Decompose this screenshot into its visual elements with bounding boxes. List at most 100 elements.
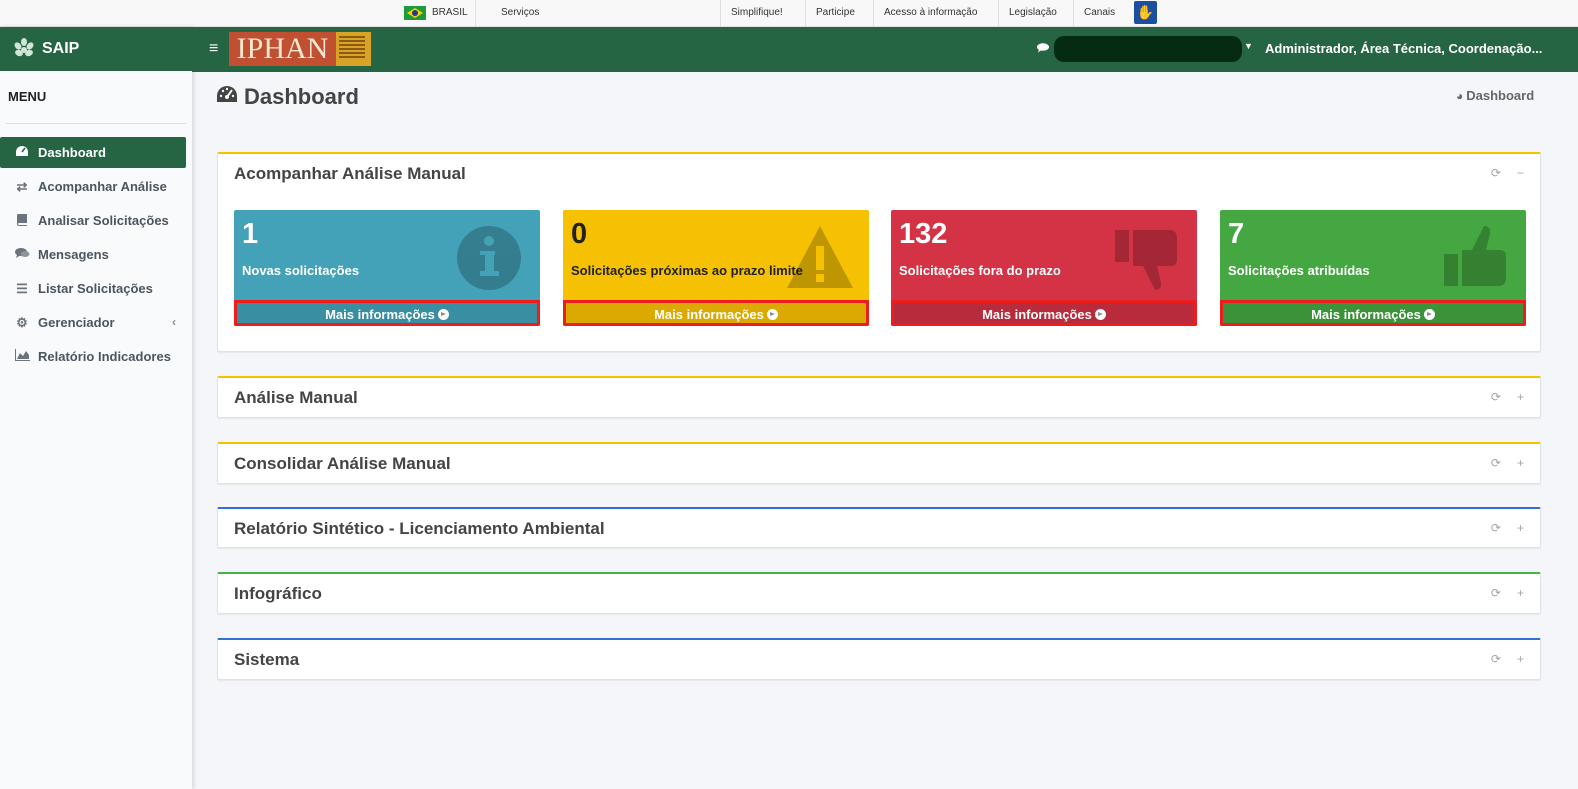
link-label: Mais informações xyxy=(654,307,764,322)
expand-plus-icon[interactable]: + xyxy=(1517,521,1524,535)
breadcrumb[interactable]: ◕ Dashboard xyxy=(1456,88,1534,103)
sidebar-item-label: Relatório Indicadores xyxy=(38,349,171,364)
tile-label: Solicitações próximas ao prazo limite xyxy=(571,263,803,278)
tile-value: 132 xyxy=(899,218,948,250)
sidebar-item-analisar-solicitacoes[interactable]: Analisar Solicitações xyxy=(0,205,186,236)
refresh-icon[interactable]: ⟳ xyxy=(1491,586,1501,600)
sidebar-item-label: Listar Solicitações xyxy=(38,281,153,296)
top-navbar: ≡ IPHAN ▼ Administrador, Área Técnica, C… xyxy=(192,27,1578,72)
sidebar-item-label: Gerenciador xyxy=(38,315,115,330)
caret-down-icon[interactable]: ▼ xyxy=(1244,41,1253,51)
info-icon xyxy=(457,226,521,290)
sidebar-item-relatorio-indicadores[interactable]: Relatório Indicadores xyxy=(0,341,186,372)
gov-link-canais[interactable]: Canais xyxy=(1073,0,1125,26)
box-tools: ⟳ − xyxy=(1491,166,1524,180)
redacted-field xyxy=(1054,36,1242,62)
mais-informacoes-link[interactable]: Mais informações xyxy=(1220,300,1526,326)
user-menu[interactable]: Administrador, Área Técnica, Coordenação… xyxy=(1265,41,1542,56)
box-tools: ⟳ + xyxy=(1491,390,1524,404)
iphan-logo-emblem xyxy=(336,32,371,66)
expand-plus-icon[interactable]: + xyxy=(1517,586,1524,600)
box-title: Consolidar Análise Manual xyxy=(234,454,451,473)
sidebar-item-label: Mensagens xyxy=(38,247,109,262)
box-tools: ⟳ + xyxy=(1491,586,1524,600)
mais-informacoes-link[interactable]: Mais informações xyxy=(234,300,540,326)
box-tools: ⟳ + xyxy=(1491,652,1524,666)
country-label[interactable]: BRASIL xyxy=(422,0,478,26)
tile-label: Solicitações atribuídas xyxy=(1228,263,1370,278)
mais-informacoes-link[interactable]: Mais informações xyxy=(891,300,1197,326)
expand-plus-icon[interactable]: + xyxy=(1517,456,1524,470)
page-title: Dashboard xyxy=(216,84,359,110)
expand-plus-icon[interactable]: + xyxy=(1517,652,1524,666)
saip-logo-icon xyxy=(14,38,34,57)
iphan-logo[interactable]: IPHAN xyxy=(229,32,371,66)
gov-link-acesso-informacao[interactable]: Acesso à informação xyxy=(873,0,987,26)
arrow-circle-right-icon xyxy=(1094,309,1106,320)
dashboard-icon xyxy=(14,145,30,160)
box-sistema: Sistema ⟳ + xyxy=(217,638,1541,680)
menu-title: MENU xyxy=(8,89,47,104)
refresh-icon[interactable]: ⟳ xyxy=(1491,652,1501,666)
brand[interactable]: SAIP xyxy=(0,27,192,71)
gov-link-legislacao[interactable]: Legislação xyxy=(998,0,1067,26)
box-infografico: Infográfico ⟳ + xyxy=(217,572,1541,614)
link-label: Mais informações xyxy=(1311,307,1421,322)
sidebar-item-gerenciador[interactable]: ⚙ Gerenciador ‹ xyxy=(0,307,186,338)
breadcrumb-label: Dashboard xyxy=(1466,88,1535,103)
tile-value: 7 xyxy=(1228,218,1245,250)
expand-plus-icon[interactable]: + xyxy=(1517,390,1524,404)
sidebar-item-listar-solicitacoes[interactable]: ☰ Listar Solicitações xyxy=(0,273,186,304)
box-title: Infográfico xyxy=(234,584,322,603)
accessibility-hands-icon[interactable]: ✋ xyxy=(1134,1,1157,24)
box-tools: ⟳ + xyxy=(1491,456,1524,470)
arrow-circle-right-icon xyxy=(1423,309,1435,320)
gov-link-servicos[interactable]: Serviços xyxy=(475,0,549,26)
box-title: Análise Manual xyxy=(234,388,358,407)
box-title: Relatório Sintético - Licenciamento Ambi… xyxy=(234,519,605,538)
area-chart-icon xyxy=(14,349,30,364)
iphan-logo-text: IPHAN xyxy=(229,32,336,66)
gov-link-participe[interactable]: Participe xyxy=(805,0,865,26)
box-relatorio-sintetico: Relatório Sintético - Licenciamento Ambi… xyxy=(217,507,1541,548)
sidebar-item-dashboard[interactable]: Dashboard xyxy=(0,137,186,168)
link-label: Mais informações xyxy=(982,307,1092,322)
box-consolidar-analise-manual: Consolidar Análise Manual ⟳ + xyxy=(217,442,1541,484)
sidebar-item-mensagens[interactable]: Mensagens xyxy=(0,239,186,270)
thumbs-down-icon xyxy=(1115,230,1177,290)
comments-icon xyxy=(14,247,30,262)
sidebar-item-label: Acompanhar Análise xyxy=(38,179,167,194)
refresh-icon[interactable]: ⟳ xyxy=(1491,166,1501,180)
refresh-icon[interactable]: ⟳ xyxy=(1491,521,1501,535)
tile-atribuidas: 7 Solicitações atribuídas Mais informaçõ… xyxy=(1220,210,1526,326)
warning-icon xyxy=(787,226,853,288)
collapse-minus-icon[interactable]: − xyxy=(1517,166,1524,180)
box-analise-manual: Análise Manual ⟳ + xyxy=(217,376,1541,418)
tile-label: Solicitações fora do prazo xyxy=(899,263,1061,278)
tile-novas-solicitacoes: 1 Novas solicitações Mais informações xyxy=(234,210,540,326)
gears-icon: ⚙ xyxy=(16,314,28,330)
dashboard-icon xyxy=(216,84,238,110)
menu-divider xyxy=(6,123,186,124)
refresh-icon[interactable]: ⟳ xyxy=(1491,456,1501,470)
tile-proximas-prazo: 0 Solicitações próximas ao prazo limite … xyxy=(563,210,869,326)
tile-value: 1 xyxy=(242,218,259,250)
book-icon xyxy=(14,213,30,229)
sidebar: SAIP MENU Dashboard ⇄ Acompanhar Análise… xyxy=(0,27,192,789)
refresh-icon[interactable]: ⟳ xyxy=(1491,390,1501,404)
gov-top-bar: BRASIL Serviços Simplifique! Participe A… xyxy=(0,0,1578,27)
sidebar-item-label: Dashboard xyxy=(38,145,106,160)
mais-informacoes-link[interactable]: Mais informações xyxy=(563,300,869,326)
sidebar-item-acompanhar-analise[interactable]: ⇄ Acompanhar Análise xyxy=(0,171,186,202)
list-icon: ☰ xyxy=(16,280,28,296)
exchange-icon: ⇄ xyxy=(16,178,28,194)
hamburger-menu-icon[interactable]: ≡ xyxy=(209,40,218,58)
brand-label: SAIP xyxy=(42,40,80,57)
arrow-circle-right-icon xyxy=(766,309,778,320)
chat-icon[interactable] xyxy=(1037,42,1049,56)
gov-link-simplifique[interactable]: Simplifique! xyxy=(720,0,793,26)
box-tools: ⟳ + xyxy=(1491,521,1524,535)
box-title: Acompanhar Análise Manual xyxy=(234,164,466,183)
page-title-text: Dashboard xyxy=(244,84,359,109)
tile-value: 0 xyxy=(571,218,588,250)
